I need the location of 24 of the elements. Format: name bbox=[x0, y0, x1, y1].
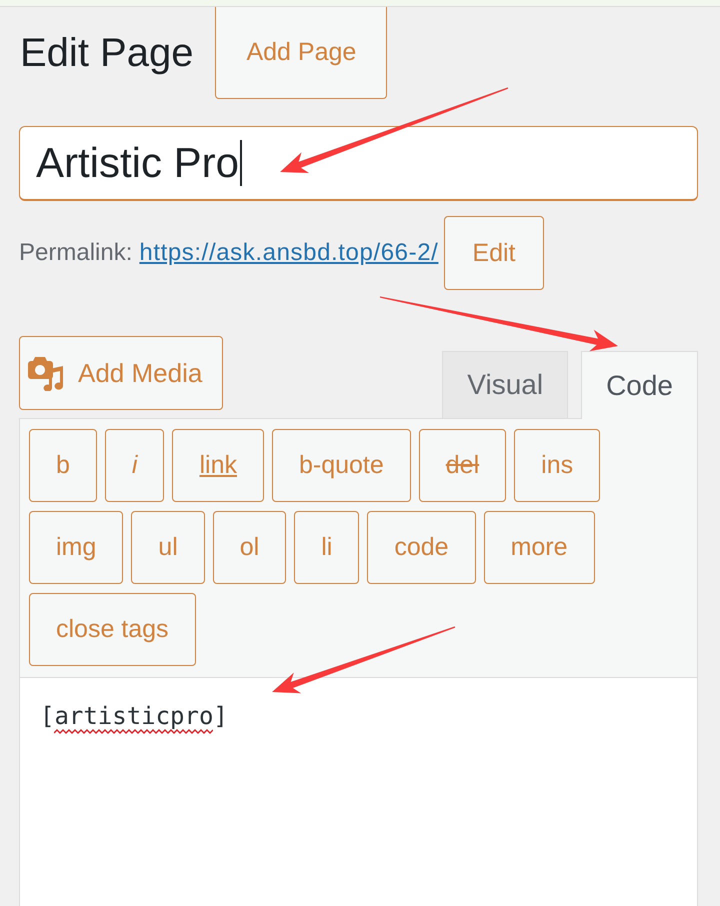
editor-tab[interactable]: Visual bbox=[442, 351, 568, 418]
edit-button[interactable]: Edit bbox=[444, 216, 544, 290]
quicktag-button[interactable]: b bbox=[29, 429, 97, 502]
quicktag-button[interactable]: ins bbox=[514, 429, 600, 502]
permalink-link[interactable]: https://ask.ansbd.top/66-2/ bbox=[139, 239, 438, 267]
camera-music-icon bbox=[28, 355, 64, 391]
add-media-button[interactable]: Add Media bbox=[19, 336, 224, 410]
quicktag-button[interactable]: more bbox=[484, 511, 595, 584]
title-input[interactable]: Artistic Pro bbox=[19, 126, 698, 201]
quicktag-button[interactable]: ul bbox=[131, 511, 205, 584]
quicktag-button[interactable]: li bbox=[294, 511, 360, 584]
quicktag-button[interactable]: i bbox=[104, 429, 164, 502]
code-editor-field[interactable]: [artisticpro] bbox=[19, 678, 698, 906]
quicktag-button[interactable]: del bbox=[418, 429, 506, 502]
quicktag-button[interactable]: ol bbox=[212, 511, 286, 584]
quicktag-button[interactable]: link bbox=[172, 429, 264, 502]
quicktag-button[interactable]: b-quote bbox=[272, 429, 411, 502]
permalink-label: Permalink: bbox=[19, 239, 132, 267]
quicktag-button[interactable]: close tags bbox=[29, 593, 196, 666]
quicktag-button[interactable]: code bbox=[367, 511, 476, 584]
editor-tab[interactable]: Code bbox=[581, 351, 698, 419]
page-title: Edit Page bbox=[20, 30, 194, 77]
add-page-button[interactable]: Add Page bbox=[215, 7, 388, 99]
quicktag-button[interactable]: img bbox=[29, 511, 124, 584]
